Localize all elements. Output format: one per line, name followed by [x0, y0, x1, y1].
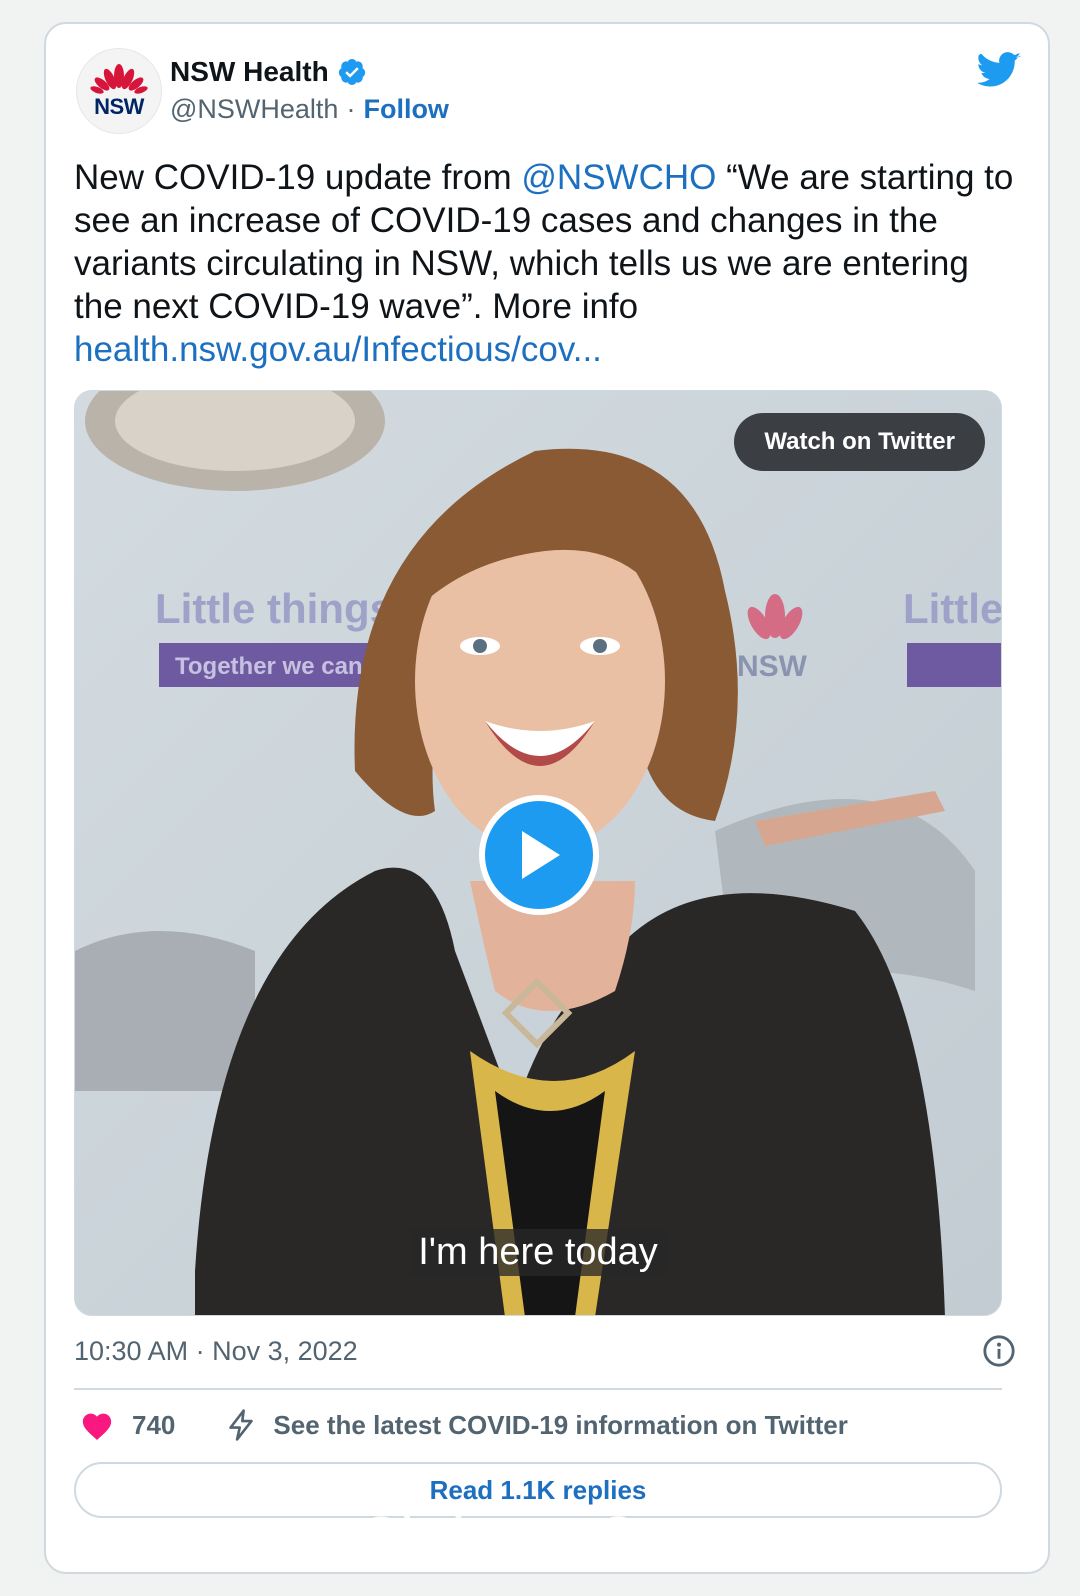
account-name[interactable]: NSW Health [170, 56, 329, 88]
avatar-logo-text: NSW [94, 94, 144, 119]
separator: · [346, 94, 356, 124]
tweet-card: NSW NSW Health @NSWHealth · Follow New C… [44, 22, 1050, 1574]
heart-icon [82, 1413, 112, 1441]
watermark: Chi na2au [357, 1506, 723, 1580]
video-caption: I'm here today [75, 1229, 1001, 1276]
nsw-waratah-logo [90, 64, 148, 94]
twitter-bird-icon[interactable] [978, 52, 1022, 88]
info-icon[interactable] [982, 1334, 1016, 1368]
like-count: 740 [132, 1409, 176, 1440]
divider [74, 1388, 1002, 1390]
covid-info-link[interactable]: See the latest COVID-19 information on T… [225, 1408, 848, 1442]
avatar[interactable]: NSW [76, 48, 162, 134]
play-icon [522, 831, 560, 879]
bg-text-little-things: Little things [155, 585, 393, 632]
more-info-link[interactable]: health.nsw.gov.au/Infectious/cov... [74, 330, 602, 369]
lightning-icon [229, 1409, 254, 1441]
caption-text: I'm here today [410, 1229, 666, 1276]
mention-link[interactable]: @NSWCHO [521, 158, 716, 197]
verified-badge-icon [338, 59, 365, 85]
bg-text-together: Together we can [175, 653, 363, 680]
follow-button[interactable]: Follow [363, 94, 448, 125]
video-player[interactable]: Little things Together we can Little thi… [74, 390, 1002, 1316]
tweet-text: New COVID-19 update from @NSWCHO “We are… [74, 156, 1014, 371]
bg-logo-nsw: NSW [737, 650, 808, 683]
watch-on-twitter-button[interactable]: Watch on Twitter [734, 413, 985, 471]
tweet-text-intro: New COVID-19 update from [74, 158, 522, 197]
covid-info-label: See the latest COVID-19 information on T… [273, 1409, 848, 1440]
bg-text-little-things-right: Little things [903, 585, 1002, 632]
tweet-timestamp[interactable]: 10:30 AM · Nov 3, 2022 [74, 1336, 358, 1367]
play-button[interactable] [479, 795, 599, 915]
handle-row: @NSWHealth · Follow [170, 94, 449, 125]
like-button[interactable]: 740 [80, 1409, 175, 1441]
tweet-actions: 740 See the latest COVID-19 information … [74, 1404, 1002, 1446]
account-handle[interactable]: @NSWHealth [170, 94, 338, 125]
account-name-row: NSW Health [170, 56, 367, 88]
